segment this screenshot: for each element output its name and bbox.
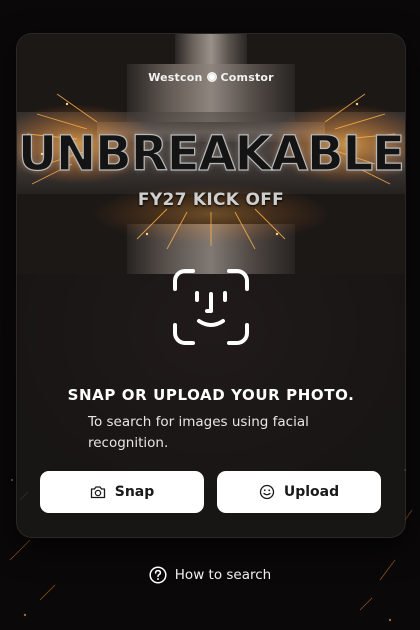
upload-card: Westcon Comstor UNBREAKABLE FY27 KICK OFF…: [16, 33, 406, 538]
page-title: SNAP OR UPLOAD YOUR PHOTO.: [67, 386, 355, 404]
event-subheadline: FY27 KICK OFF: [137, 190, 285, 210]
brand-name-westcon: Westcon: [148, 71, 203, 84]
camera-icon: [90, 486, 105, 499]
brand-name-comstor: Comstor: [220, 71, 274, 84]
instruction-text: To search for images using facial recogn…: [88, 414, 309, 451]
question-circle-icon: [149, 566, 167, 584]
smiley-icon: [259, 484, 275, 500]
face-id-icon: [173, 269, 249, 345]
snap-button[interactable]: Snap: [40, 471, 204, 513]
gear-logo-icon: [205, 71, 218, 83]
page: Westcon Comstor UNBREAKABLE FY27 KICK OFF…: [0, 0, 420, 630]
how-to-search-label: How to search: [174, 567, 272, 583]
brand-logo: Westcon Comstor: [17, 71, 405, 84]
how-to-search-link[interactable]: How to search: [0, 566, 420, 584]
snap-button-label: Snap: [114, 484, 155, 500]
upload-button-label: Upload: [283, 484, 340, 500]
upload-button[interactable]: Upload: [217, 471, 381, 513]
event-headline: UNBREAKABLE: [17, 125, 405, 182]
